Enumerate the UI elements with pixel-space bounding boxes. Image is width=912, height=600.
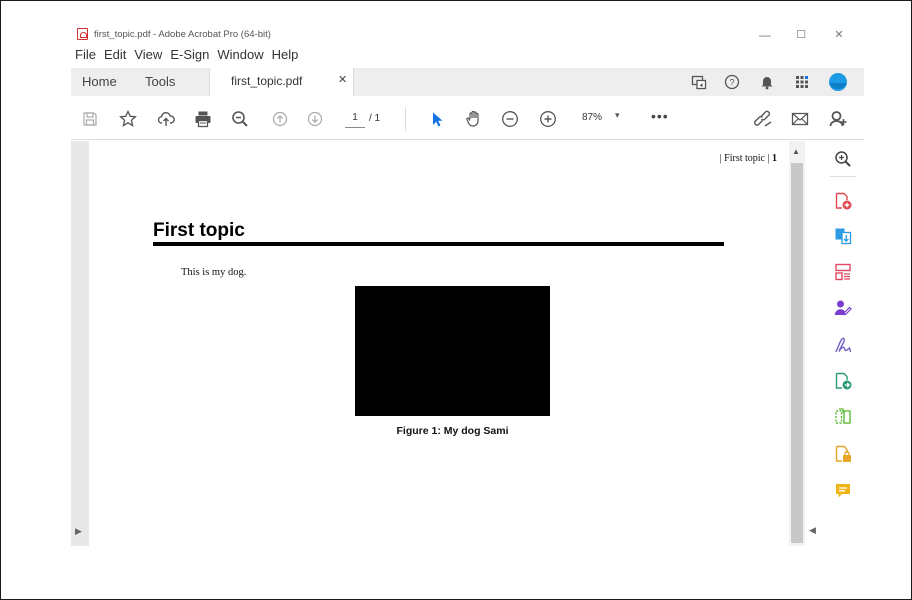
screenshot-frame: first_topic.pdf - Adobe Acrobat Pro (64-… (0, 0, 912, 600)
figure-caption: Figure 1: My dog Sami (396, 425, 509, 437)
menu-file[interactable]: File (75, 47, 96, 63)
section-title: First topic (153, 220, 245, 241)
body-paragraph: This is my dog. (181, 267, 247, 278)
fill-sign-icon[interactable] (833, 335, 853, 355)
protect-file-icon[interactable] (833, 444, 853, 464)
share-screen-icon[interactable] (689, 72, 709, 92)
select-cursor-icon[interactable] (426, 108, 448, 130)
send-file-icon[interactable] (833, 371, 853, 391)
toolbar: 1 / 1 87% ▾ ••• (71, 98, 864, 140)
create-pdf-icon[interactable] (833, 191, 853, 211)
title-bar: first_topic.pdf - Adobe Acrobat Pro (64-… (71, 21, 864, 49)
menu-window[interactable]: Window (217, 47, 263, 63)
expand-left-pane-icon[interactable]: ▶ (75, 526, 82, 537)
bookmark-star-icon[interactable] (117, 108, 139, 130)
zoom-out-search-icon[interactable] (229, 108, 251, 130)
compress-icon[interactable] (833, 407, 853, 427)
export-pdf-icon[interactable] (833, 226, 853, 246)
tools-separator (830, 176, 856, 177)
page-down-icon[interactable] (304, 108, 326, 130)
pdf-page: | First topic | 1 First topic This is my… (89, 141, 789, 546)
toolbar-divider (405, 107, 406, 131)
print-icon[interactable] (192, 108, 214, 130)
menu-view[interactable]: View (134, 47, 162, 63)
menu-edit[interactable]: Edit (104, 47, 126, 63)
account-avatar-icon[interactable] (828, 72, 848, 92)
comment-icon[interactable] (833, 481, 853, 501)
collapse-right-pane-icon[interactable]: ◀ (809, 525, 816, 536)
pdf-app-icon (77, 28, 88, 40)
zoom-level-select[interactable]: 87% (582, 112, 602, 123)
minimize-button[interactable]: — (755, 25, 775, 45)
tab-document[interactable]: first_topic.pdf ✕ (209, 68, 354, 96)
tab-bar: Home Tools first_topic.pdf ✕ ? (71, 68, 864, 96)
scrollbar-thumb[interactable] (791, 163, 803, 543)
page-number-input[interactable]: 1 (345, 112, 365, 128)
more-tools-button[interactable]: ••• (651, 108, 669, 124)
cloud-upload-icon[interactable] (155, 108, 177, 130)
tools-pane (822, 141, 864, 546)
page-total: / 1 (369, 113, 381, 124)
menu-bar: File Edit View E-Sign Window Help (75, 47, 298, 63)
apps-grid-icon[interactable] (792, 72, 812, 92)
organize-pages-icon[interactable] (833, 262, 853, 282)
maximize-button[interactable]: ☐ (791, 25, 811, 45)
document-viewport: ▶ | First topic | 1 First topic This is … (71, 141, 864, 546)
menu-help[interactable]: Help (272, 47, 299, 63)
running-header-text: | First topic | (719, 153, 772, 164)
link-icon[interactable] (753, 108, 775, 130)
help-icon[interactable]: ? (722, 72, 742, 92)
close-window-button[interactable]: ✕ (829, 25, 849, 45)
menu-e-sign[interactable]: E-Sign (170, 47, 209, 63)
vertical-scrollbar[interactable]: ▲ (789, 141, 805, 546)
tab-tools[interactable]: Tools (145, 68, 175, 96)
figure-image (355, 286, 550, 416)
tab-document-label: first_topic.pdf (231, 74, 303, 88)
add-user-icon[interactable] (827, 108, 849, 130)
request-signature-icon[interactable] (833, 298, 853, 318)
right-pane-toggle: ◀ (805, 141, 822, 546)
scroll-up-icon[interactable]: ▲ (792, 147, 800, 156)
tab-close-icon[interactable]: ✕ (338, 73, 347, 86)
page-up-icon[interactable] (269, 108, 291, 130)
left-nav-gutter: ▶ (71, 141, 89, 546)
svg-text:?: ? (729, 78, 734, 88)
zoom-plus-icon[interactable] (537, 108, 559, 130)
save-icon[interactable] (79, 108, 101, 130)
email-icon[interactable] (789, 108, 811, 130)
section-rule (153, 242, 724, 246)
running-header-page: 1 (772, 153, 777, 164)
tab-home[interactable]: Home (82, 68, 117, 96)
running-header: | First topic | 1 (720, 153, 777, 164)
bell-icon[interactable] (757, 72, 777, 92)
chevron-down-icon[interactable]: ▾ (615, 110, 620, 121)
window-title: first_topic.pdf - Adobe Acrobat Pro (64-… (94, 29, 271, 40)
zoom-search-icon[interactable] (833, 149, 853, 169)
zoom-minus-icon[interactable] (499, 108, 521, 130)
acrobat-window: first_topic.pdf - Adobe Acrobat Pro (64-… (71, 21, 864, 546)
hand-tool-icon[interactable] (463, 108, 485, 130)
